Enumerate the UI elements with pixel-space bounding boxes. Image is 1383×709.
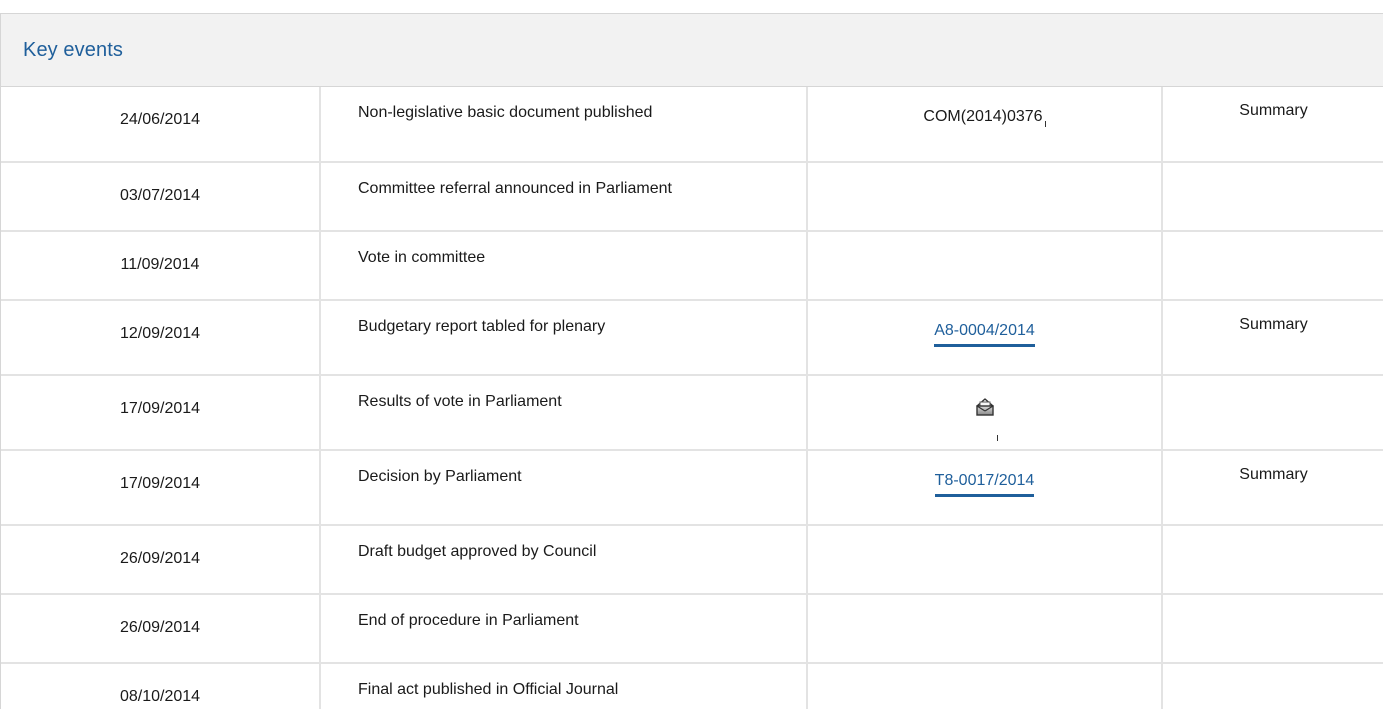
event-reference	[807, 525, 1163, 595]
panel-title: Key events	[23, 38, 123, 61]
table-row: 12/09/2014 Budgetary report tabled for p…	[1, 300, 1383, 376]
event-summary	[1162, 594, 1383, 664]
table-row: 26/09/2014 Draft budget approved by Coun…	[1, 525, 1383, 595]
table-row: 24/06/2014 Non-legislative basic documen…	[1, 87, 1383, 163]
event-reference: COM(2014)0376	[807, 87, 1163, 163]
event-description: Non-legislative basic document published	[320, 87, 808, 163]
event-description: Results of vote in Parliament	[320, 375, 808, 451]
event-description: End of procedure in Parliament	[320, 594, 808, 664]
event-summary[interactable]: Summary	[1162, 450, 1383, 526]
panel-header: Key events	[1, 14, 1383, 87]
event-date: 17/09/2014	[1, 375, 321, 451]
table-row: 03/07/2014 Committee referral announced …	[1, 162, 1383, 232]
reference-marker	[997, 435, 998, 441]
table-row: 08/10/2014 Final act published in Offici…	[1, 663, 1383, 709]
key-events-panel: Key events 24/06/2014 Non-legislative ba…	[0, 13, 1383, 709]
event-date: 12/09/2014	[1, 300, 321, 376]
event-summary[interactable]: Summary	[1162, 87, 1383, 163]
event-summary	[1162, 375, 1383, 451]
reference-text: COM(2014)0376	[923, 108, 1043, 125]
table-row: 17/09/2014 Results of vote in Parliament	[1, 375, 1383, 451]
table-row: 26/09/2014 End of procedure in Parliamen…	[1, 594, 1383, 664]
event-date: 08/10/2014	[1, 663, 321, 709]
event-date: 03/07/2014	[1, 162, 321, 232]
key-events-table: 24/06/2014 Non-legislative basic documen…	[1, 87, 1383, 709]
event-summary[interactable]: Summary	[1162, 300, 1383, 376]
table-row: 11/09/2014 Vote in committee	[1, 231, 1383, 301]
event-description: Final act published in Official Journal	[320, 663, 808, 709]
event-description: Draft budget approved by Council	[320, 525, 808, 595]
event-summary	[1162, 162, 1383, 232]
event-description: Decision by Parliament	[320, 450, 808, 526]
event-reference: A8-0004/2014	[807, 300, 1163, 376]
reference-link[interactable]: A8-0004/2014	[934, 322, 1035, 347]
table-row: 17/09/2014 Decision by Parliament T8-001…	[1, 450, 1383, 526]
event-date: 26/09/2014	[1, 594, 321, 664]
event-date: 26/09/2014	[1, 525, 321, 595]
event-description: Budgetary report tabled for plenary	[320, 300, 808, 376]
event-date: 24/06/2014	[1, 87, 321, 163]
event-summary	[1162, 663, 1383, 709]
reference-marker	[1044, 121, 1046, 127]
event-summary	[1162, 231, 1383, 301]
event-reference	[807, 231, 1163, 301]
ballot-box-icon[interactable]	[974, 397, 996, 417]
event-reference	[807, 375, 1163, 451]
event-reference: T8-0017/2014	[807, 450, 1163, 526]
event-reference	[807, 663, 1163, 709]
event-date: 17/09/2014	[1, 450, 321, 526]
event-date: 11/09/2014	[1, 231, 321, 301]
event-reference	[807, 594, 1163, 664]
event-summary	[1162, 525, 1383, 595]
event-description: Committee referral announced in Parliame…	[320, 162, 808, 232]
event-description: Vote in committee	[320, 231, 808, 301]
event-reference	[807, 162, 1163, 232]
reference-link[interactable]: T8-0017/2014	[934, 472, 1035, 497]
